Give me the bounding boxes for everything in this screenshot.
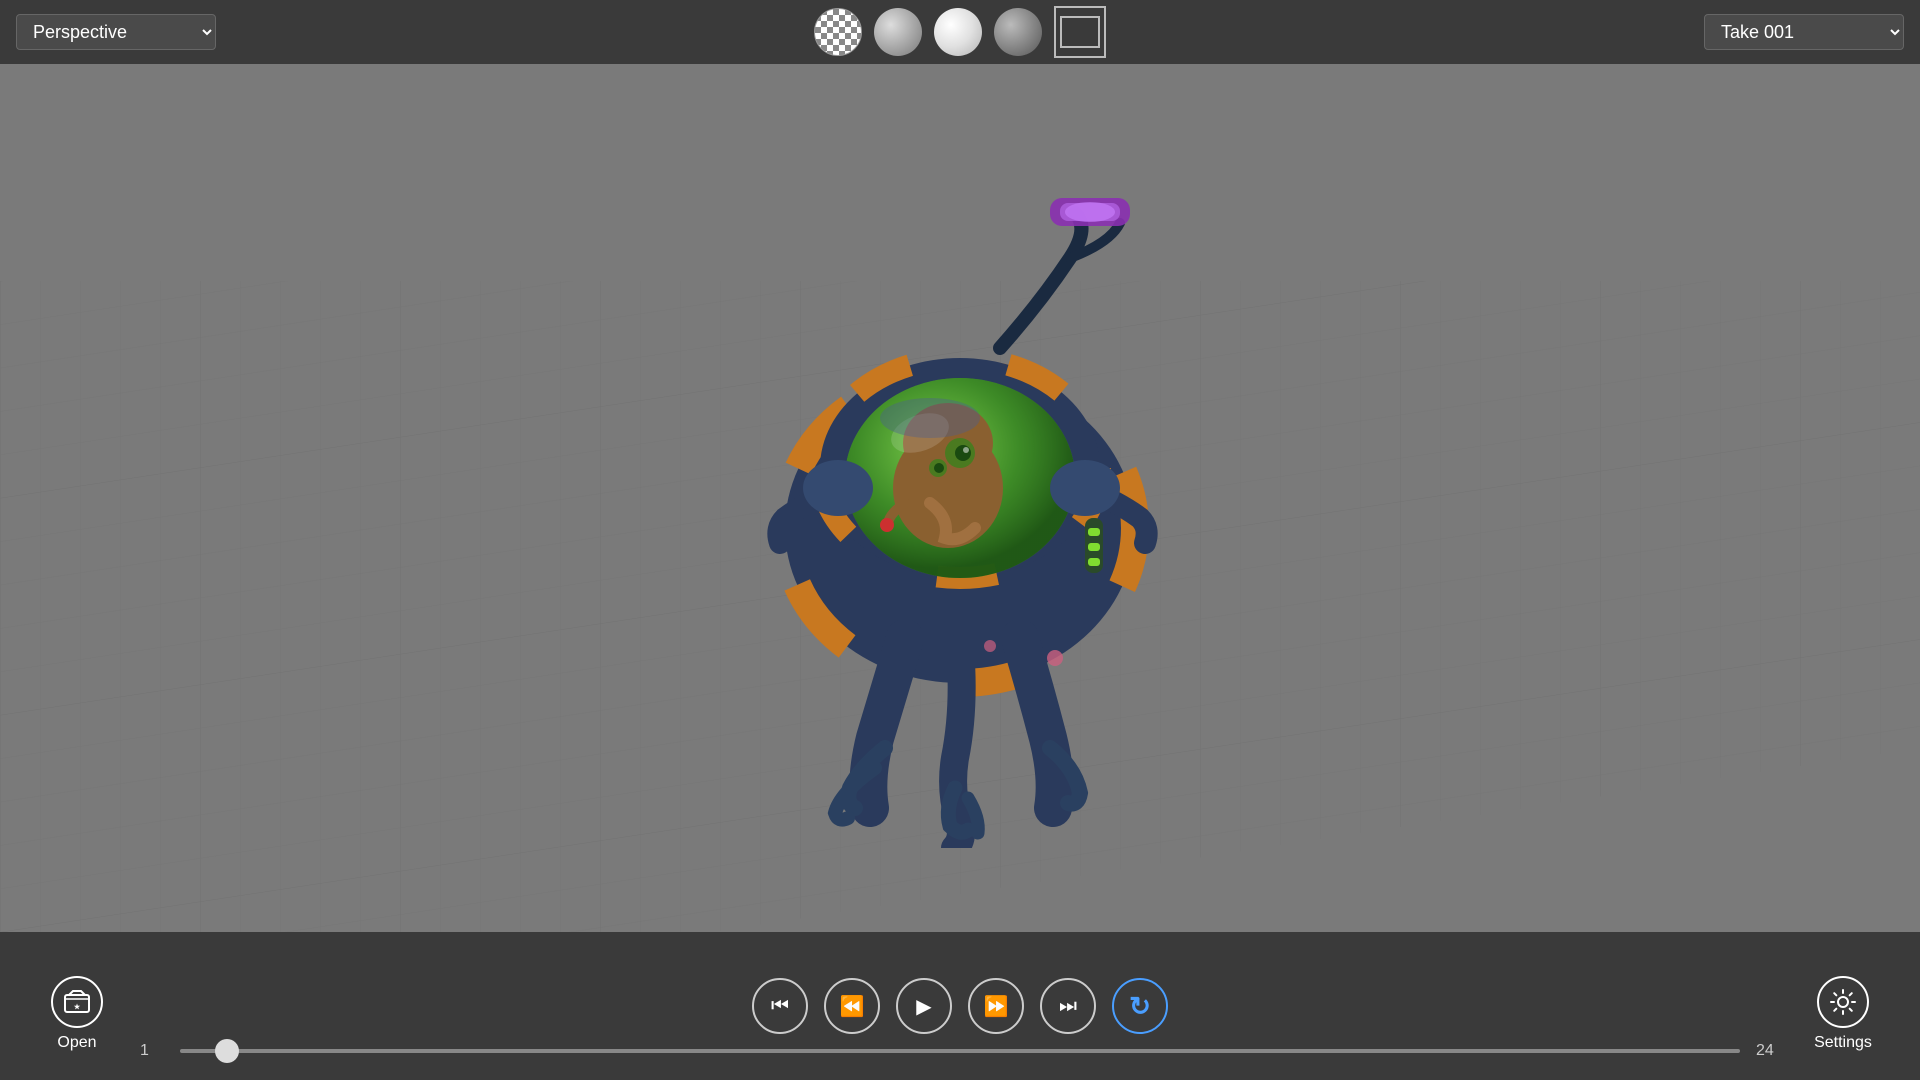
settings-button[interactable]: Settings [1798, 976, 1888, 1052]
timeline-area: 1 24 [140, 1042, 1780, 1060]
checker-ball[interactable] [814, 8, 862, 56]
folder-icon: ★ [63, 988, 91, 1016]
open-label: Open [57, 1034, 96, 1052]
take-dropdown[interactable]: Take 001 Take 002 Take 003 [1704, 14, 1904, 50]
loop-button[interactable]: ↻ [1112, 978, 1168, 1034]
bottom-bar: ★ Open ⏮ ⏪ ▶ ⏩ ⏭ ↻ 1 24 [0, 932, 1920, 1080]
step-forward-button[interactable]: ⏩ [968, 978, 1024, 1034]
play-button[interactable]: ▶ [896, 978, 952, 1034]
viewport[interactable] [0, 64, 1920, 932]
character-area [0, 64, 1920, 932]
step-back-button[interactable]: ⏪ [824, 978, 880, 1034]
transport-controls: ⏮ ⏪ ▶ ⏩ ⏭ ↻ [32, 978, 1888, 1034]
dark-ball[interactable] [994, 8, 1042, 56]
settings-label: Settings [1814, 1034, 1872, 1052]
open-button[interactable]: ★ Open [32, 976, 122, 1052]
open-icon: ★ [51, 976, 103, 1028]
svg-text:★: ★ [74, 1003, 81, 1011]
perspective-dropdown[interactable]: Perspective Top Front Right [16, 14, 216, 50]
top-bar: Perspective Top Front Right Take 001 Tak… [0, 0, 1920, 64]
light-ball[interactable] [934, 8, 982, 56]
timeline-end: 24 [1756, 1042, 1780, 1060]
gear-icon [1829, 988, 1857, 1016]
clay-ball[interactable] [874, 8, 922, 56]
skip-to-start-button[interactable]: ⏮ [752, 978, 808, 1034]
character-svg [730, 148, 1190, 848]
timeline-start: 1 [140, 1042, 164, 1060]
settings-icon [1817, 976, 1869, 1028]
material-balls-group [814, 6, 1106, 58]
timeline-thumb[interactable] [215, 1039, 239, 1063]
frame-button[interactable] [1054, 6, 1106, 58]
timeline-track[interactable] [180, 1049, 1740, 1053]
skip-to-end-button[interactable]: ⏭ [1040, 978, 1096, 1034]
